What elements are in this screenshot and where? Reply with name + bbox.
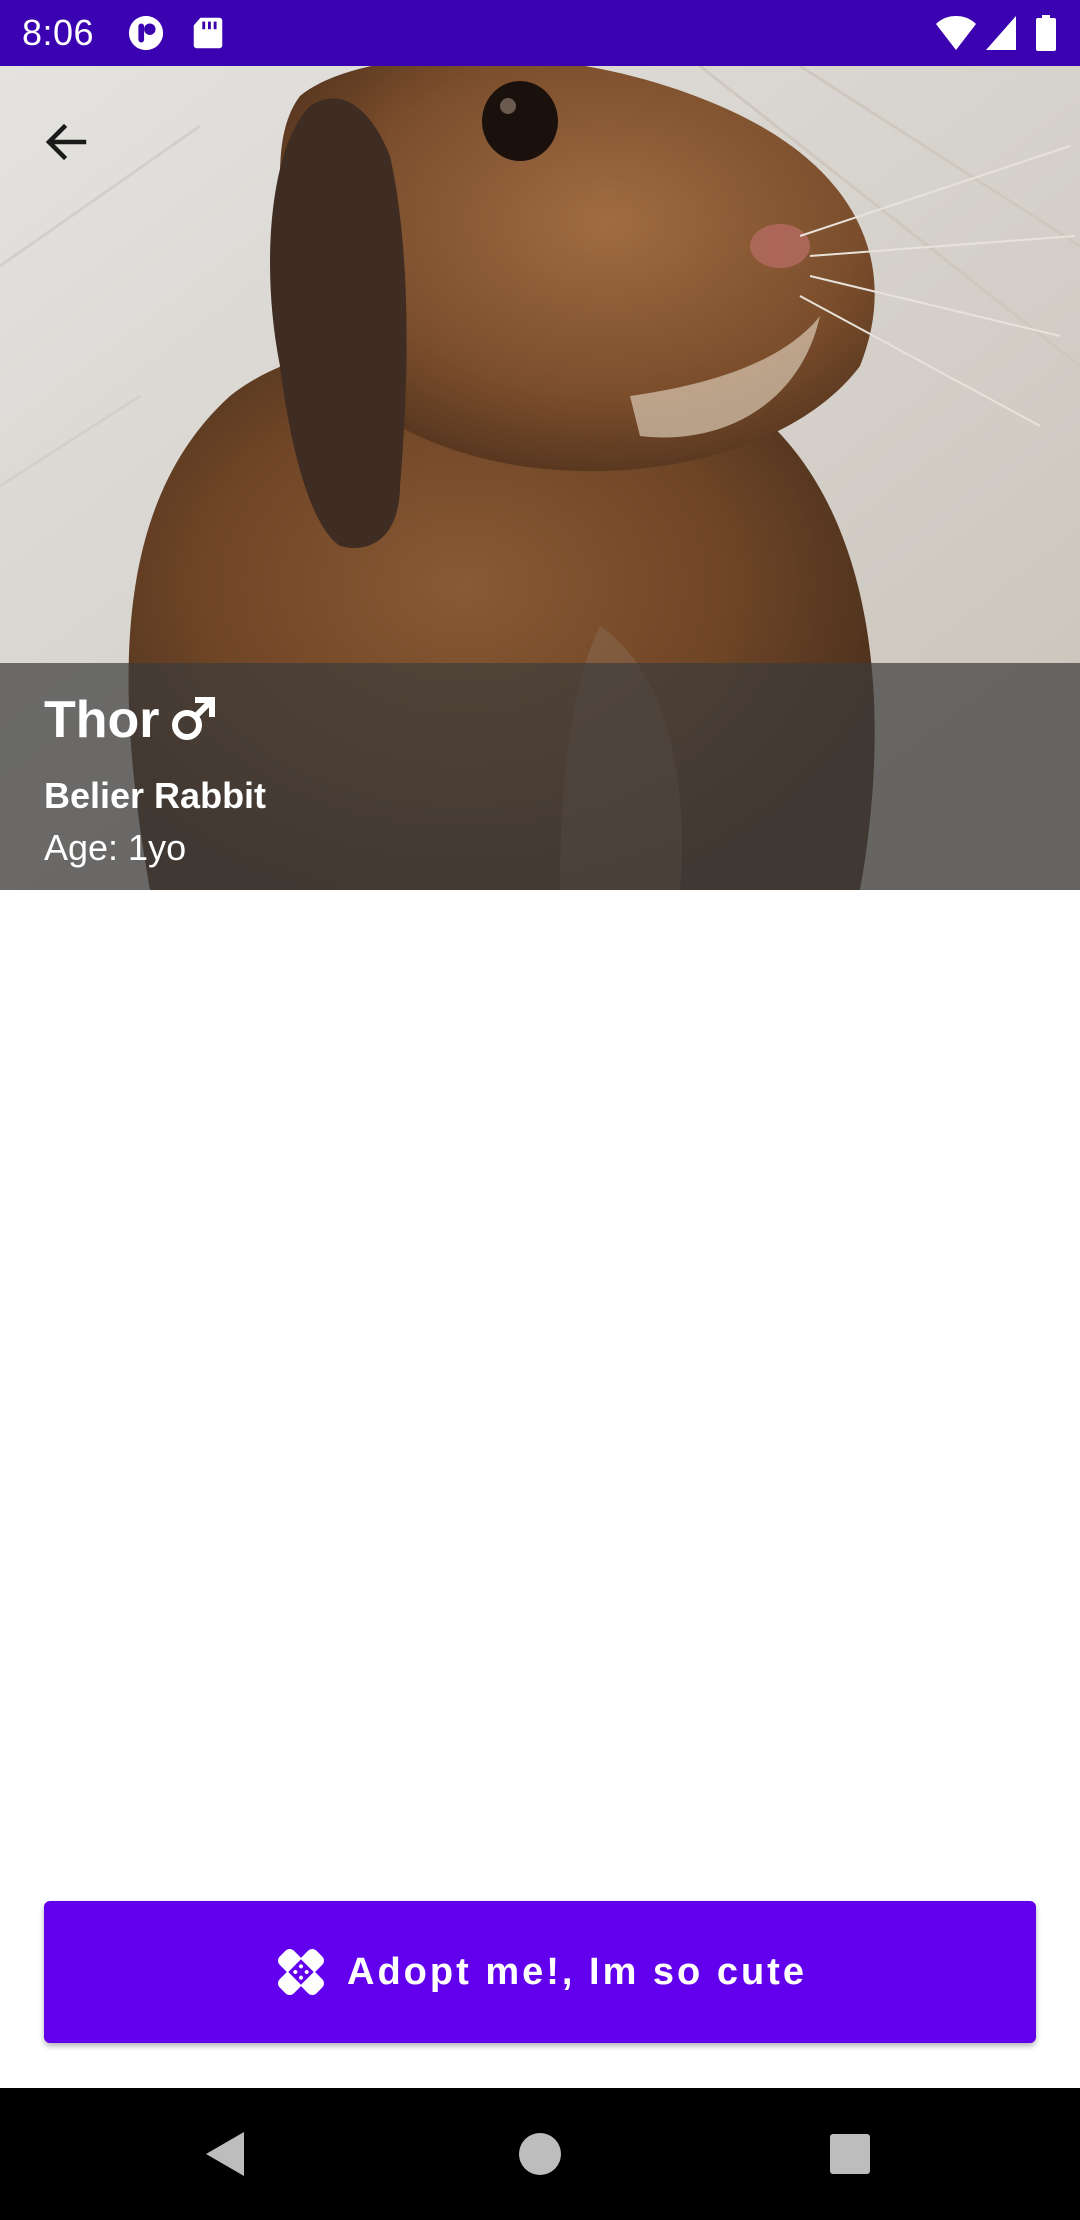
adopt-button-label: Adopt me!, Im so cute (347, 1950, 807, 1993)
back-button[interactable] (28, 104, 104, 180)
status-bar: 8:06 (0, 0, 1080, 66)
pet-info-overlay: Thor Belier Rabbit Age: 1yo (0, 663, 1080, 890)
pet-name: Thor (44, 691, 160, 749)
pet-breed: Belier Rabbit (44, 775, 267, 816)
cellular-signal-icon (984, 14, 1018, 52)
pet-name-row: Thor (44, 687, 216, 753)
navigation-bar (0, 2088, 1080, 2220)
nav-recents-button[interactable] (820, 2124, 880, 2184)
pet-age: Age: 1yo (44, 827, 187, 868)
pet-photo: Thor Belier Rabbit Age: 1yo (0, 66, 1080, 890)
recents-square-icon (830, 2134, 870, 2174)
adopt-button[interactable]: Adopt me!, Im so cute (44, 1901, 1036, 2043)
home-circle-icon (519, 2133, 561, 2175)
arrow-back-icon (45, 123, 87, 161)
nav-back-button[interactable] (196, 2124, 256, 2184)
sd-card-icon (188, 14, 228, 52)
pet-detail-screen: 8:06 Thor Belier Rabbit Age: 1yo Adopt m… (0, 0, 1080, 2220)
battery-icon (1034, 14, 1058, 52)
nav-home-button[interactable] (510, 2124, 570, 2184)
wifi-icon (934, 14, 978, 52)
status-time: 8:06 (22, 12, 95, 53)
back-triangle-icon (206, 2132, 244, 2176)
bandage-icon (278, 1949, 325, 1995)
notification-app-icon (126, 14, 166, 52)
male-symbol-icon (171, 697, 215, 740)
